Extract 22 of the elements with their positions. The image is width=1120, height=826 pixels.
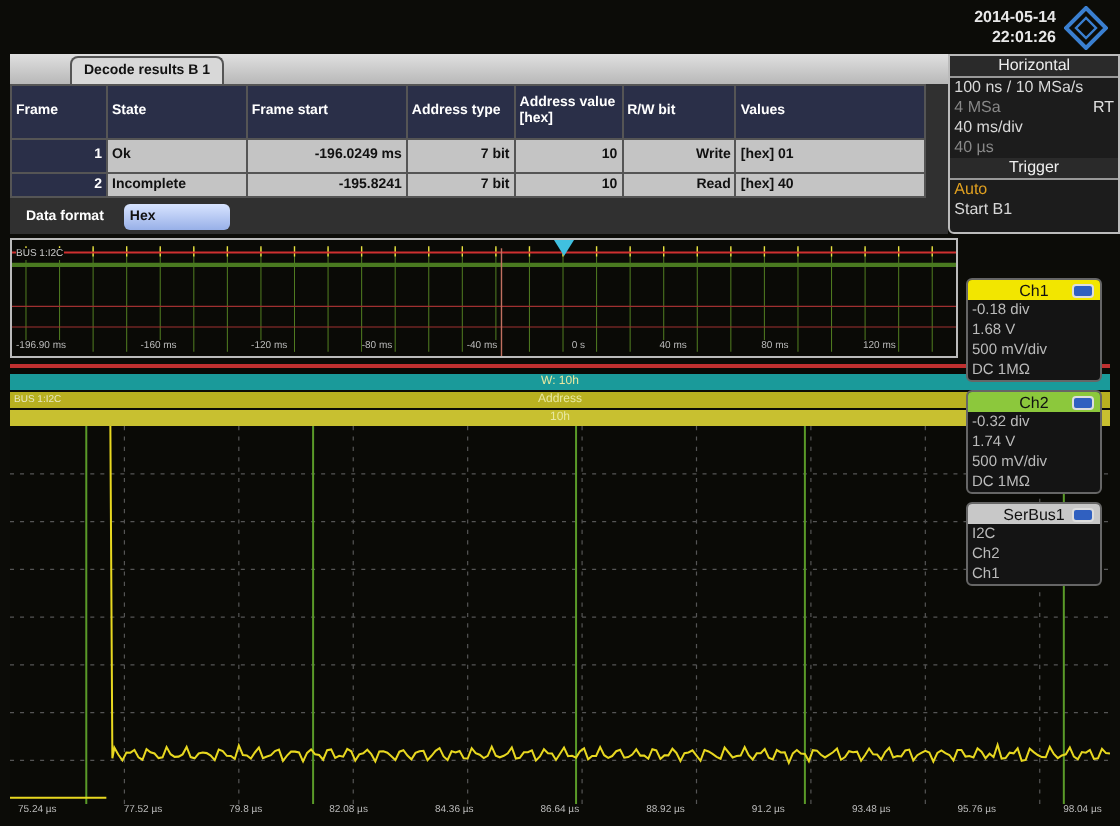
channel-header[interactable]: Ch2	[968, 392, 1100, 412]
trigger-marker-icon[interactable]	[554, 240, 574, 256]
horizontal-setting: 40 µs	[952, 138, 994, 158]
mode-label: RT	[1092, 98, 1116, 118]
horizontal-setting: 40 ms/div	[952, 118, 1023, 138]
channel-header[interactable]: Ch1	[968, 280, 1100, 300]
horizontal-setting: 100 ns / 10 MSa/s	[952, 78, 1084, 98]
channel-name: SerBus1	[1003, 505, 1065, 523]
channel-header[interactable]: SerBus1	[968, 504, 1100, 524]
section-title: Trigger	[950, 158, 1118, 180]
minimize-button[interactable]	[1072, 284, 1094, 298]
minimize-button[interactable]	[1072, 396, 1094, 410]
channel-name: Ch2	[1019, 393, 1049, 411]
minimize-button[interactable]	[1072, 508, 1094, 522]
date-text: 2014-05-14	[974, 7, 1056, 27]
trigger-mode: Auto	[952, 180, 990, 200]
section-title: Horizontal	[950, 56, 1118, 78]
time-text: 22:01:26	[991, 27, 1056, 47]
horizontal-setting: 4 MSa	[952, 98, 1001, 118]
trigger-source: Start B1	[952, 200, 1015, 220]
channel-name: Ch1	[1019, 281, 1049, 299]
logo-icon	[1064, 5, 1108, 49]
